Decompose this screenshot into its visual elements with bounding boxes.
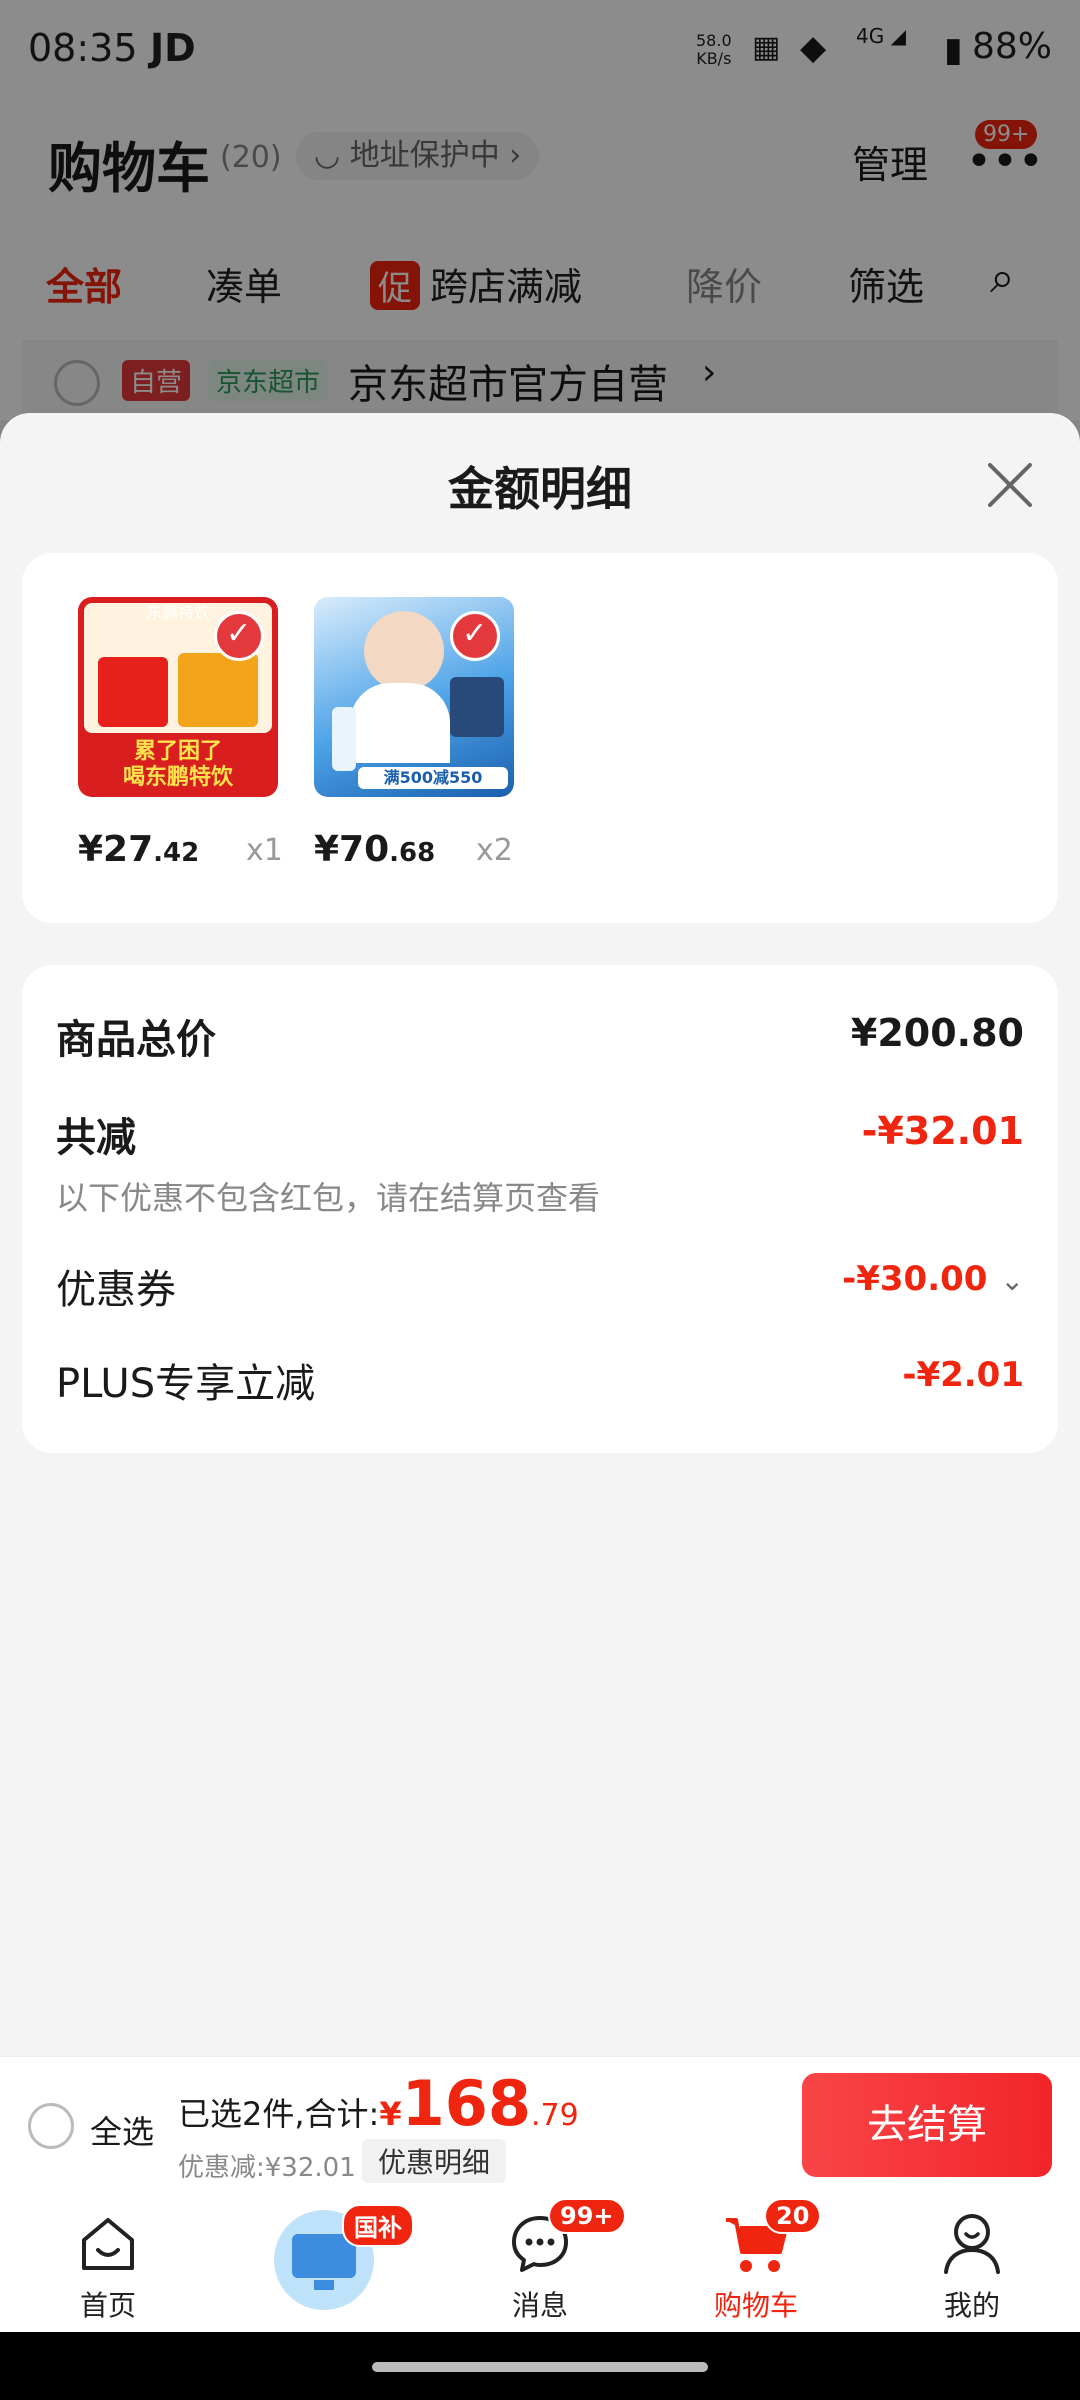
- discount-text: 优惠减:¥32.01: [178, 2153, 356, 2183]
- total-summary: 已选2件,合计:¥168.79: [178, 2067, 579, 2140]
- nav-home-label: 首页: [79, 2289, 136, 2322]
- discount-detail-button[interactable]: 优惠明细: [362, 2139, 507, 2183]
- coupon-label: 优惠券: [56, 1267, 176, 1313]
- system-navigation-bar: [0, 2332, 1080, 2400]
- product-1-slogan-2: 喝东鹏特饮: [122, 765, 233, 790]
- product-card: 东鹏特饮 累了困了 喝东鹏特饮 ✓ ¥27.42 x1 满500减550 ✓ ¥…: [22, 553, 1058, 923]
- total-label: 商品总价: [56, 1017, 216, 1063]
- reduce-label: 共减: [56, 1115, 136, 1161]
- total-int: 168: [401, 2067, 532, 2140]
- nav-profile-label: 我的: [943, 2289, 1000, 2322]
- reduce-note: 以下优惠不包含红包，请在结算页查看: [56, 1179, 601, 1217]
- price-dec: .42: [153, 838, 200, 868]
- check-icon: ✓: [450, 611, 500, 661]
- total-dec: .79: [531, 2098, 579, 2133]
- close-icon[interactable]: [980, 455, 1040, 515]
- currency-symbol: ¥: [379, 2095, 402, 2133]
- nav-subsidy[interactable]: 国补: [216, 2196, 432, 2332]
- plus-value: -¥2.01: [902, 1355, 1024, 1395]
- price-dec: .68: [389, 838, 436, 868]
- checkout-button[interactable]: 去结算: [802, 2073, 1052, 2177]
- product-2-qty: x2: [476, 833, 513, 868]
- home-icon: [82, 2218, 134, 2270]
- total-value: ¥200.80: [850, 1011, 1024, 1055]
- selected-text: 已选2件,合计:: [178, 2095, 380, 2133]
- summary-card: 商品总价 ¥200.80 共减 -¥32.01 以下优惠不包含红包，请在结算页查…: [22, 965, 1058, 1453]
- product-1-qty: x1: [246, 833, 283, 868]
- cart-badge: 20: [764, 2198, 822, 2234]
- sheet-title: 金额明细: [448, 462, 632, 516]
- nav-home[interactable]: 首页: [0, 2196, 216, 2332]
- reduce-value: -¥32.01: [861, 1109, 1024, 1153]
- price-int: ¥70: [314, 829, 390, 870]
- message-badge: 99+: [548, 2198, 626, 2234]
- coupon-value: -¥30.00: [842, 1259, 988, 1299]
- product-2-price: ¥70.68: [314, 829, 435, 870]
- nav-message[interactable]: 99+ 消息: [432, 2196, 648, 2332]
- chevron-down-icon: ⌄: [1000, 1264, 1024, 1297]
- product-2-promo: 满500减550: [358, 767, 508, 789]
- price-int: ¥27: [78, 829, 154, 870]
- product-image-2[interactable]: 满500减550 ✓: [314, 597, 514, 797]
- product-1-slogan-1: 累了困了: [133, 739, 222, 764]
- select-all-checkbox[interactable]: [28, 2103, 74, 2149]
- coupon-row-value[interactable]: -¥30.00 ⌄: [842, 1259, 1024, 1299]
- nav-message-label: 消息: [511, 2289, 568, 2322]
- subsidy-badge: 国补: [342, 2204, 414, 2247]
- bottom-nav: 首页 国补 99+ 消息 20 购物车 我的: [0, 2196, 1080, 2332]
- nav-cart-label: 购物车: [713, 2289, 798, 2322]
- nav-profile[interactable]: 我的: [864, 2196, 1080, 2332]
- profile-icon: [944, 2214, 1000, 2274]
- select-all-label[interactable]: 全选: [90, 2107, 154, 2153]
- plus-label: PLUS专享立减: [56, 1361, 316, 1407]
- home-gesture-handle[interactable]: [372, 2362, 708, 2372]
- product-1-price: ¥27.42: [78, 829, 199, 870]
- nav-cart[interactable]: 20 购物车: [648, 2196, 864, 2332]
- product-image-1[interactable]: 东鹏特饮 累了困了 喝东鹏特饮 ✓: [78, 597, 278, 797]
- checkout-bar: 全选 已选2件,合计:¥168.79 优惠减:¥32.01 优惠明细 去结算: [0, 2056, 1080, 2197]
- check-icon: ✓: [214, 611, 264, 661]
